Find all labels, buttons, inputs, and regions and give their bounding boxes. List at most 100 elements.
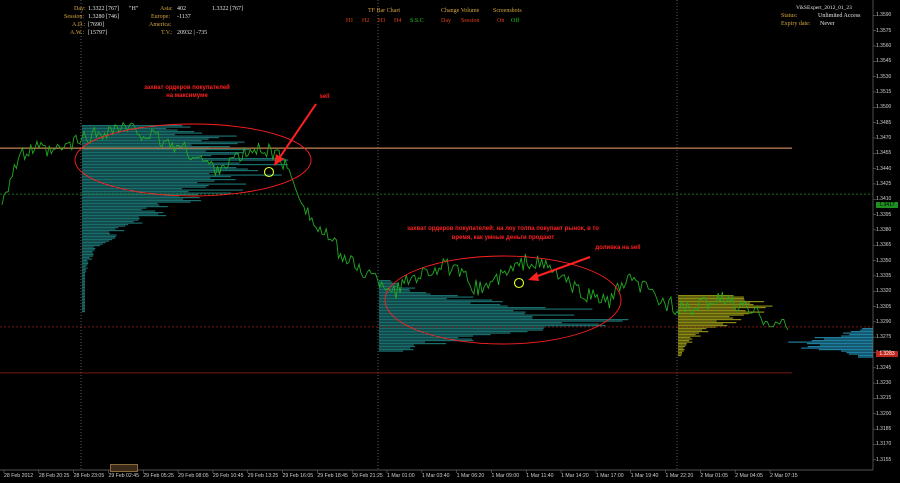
profile-bar	[82, 174, 282, 176]
h2-button[interactable]: H2	[362, 18, 369, 25]
h4-button[interactable]: H4	[394, 18, 401, 25]
current-price-red: 1.3283	[876, 351, 898, 357]
profile-bar	[82, 198, 184, 200]
y-tick-label: 1.3230	[876, 380, 892, 387]
profile-bar	[82, 158, 285, 160]
ad-value: [7690]	[88, 22, 104, 28]
y-tick-label: 1.3500	[876, 104, 892, 111]
x-tick-label: 1 Mar 03:40	[421, 473, 450, 479]
x-tick-label: 1 Mar 06:20	[456, 473, 485, 479]
x-tick-label: 28 Feb 2012	[4, 473, 34, 479]
profile-bar	[379, 341, 425, 343]
profile-bar	[678, 352, 683, 354]
profile-bar	[678, 307, 766, 309]
screenshots-button[interactable]: Screenshots	[493, 8, 522, 15]
profile-bar	[379, 349, 414, 351]
profile-bar	[82, 165, 216, 167]
profile-bar	[379, 317, 533, 319]
profile-bar	[379, 338, 473, 340]
x-tick-label: 29 Feb 21:25	[352, 473, 383, 479]
scroll-indicator[interactable]	[110, 464, 138, 472]
profile-bar	[82, 269, 86, 271]
profile-bar	[678, 295, 734, 297]
profile-bar	[82, 185, 209, 187]
profile-bar	[82, 197, 200, 199]
profile-bar	[82, 309, 85, 311]
profile-bar	[678, 322, 737, 324]
profile-bar	[678, 350, 684, 352]
x-tick-label: 1 Mar 19:40	[630, 473, 659, 479]
profile-bar	[82, 248, 96, 250]
annotation-2-line-2: время, как умные деньги продают	[451, 235, 555, 241]
profile-bar	[379, 346, 416, 348]
profile-bar	[82, 227, 119, 229]
profile-bar	[82, 204, 160, 206]
profile-bar	[678, 334, 696, 336]
profile-bar	[678, 325, 728, 327]
profile-bar	[678, 313, 750, 315]
y-tick-label: 1.3455	[876, 150, 892, 157]
profile-bar	[82, 305, 85, 307]
profile-bar	[678, 340, 690, 342]
profile-bar	[82, 302, 85, 304]
y-tick-label: 1.3170	[876, 441, 892, 448]
profile-bar	[678, 353, 682, 355]
profile-bar	[82, 243, 103, 245]
profile-bar	[82, 282, 85, 284]
x-tick-label: 1 Mar 17:00	[595, 473, 624, 479]
day-button[interactable]: Day	[441, 18, 451, 25]
y-tick-label: 1.3335	[876, 272, 892, 279]
profile-bar	[82, 207, 147, 209]
profile-bar	[379, 302, 471, 304]
x-tick-label: 1 Mar 11:40	[526, 473, 554, 479]
aw-label: A.W.:	[70, 30, 85, 36]
profile-bar	[82, 161, 209, 163]
session-button[interactable]: Session	[461, 18, 479, 25]
profile-bar	[82, 237, 116, 239]
day-label: Day:	[74, 6, 86, 12]
profile-bar	[82, 272, 86, 274]
tv-value: 20932 | -735	[177, 30, 208, 36]
annotation-1-sell: sell	[319, 94, 330, 100]
profile-bar-right	[807, 343, 873, 345]
x-tick-label: 28 Feb 23:05	[73, 473, 105, 479]
profile-bar	[379, 350, 404, 352]
h1-button[interactable]: H1	[346, 18, 353, 25]
profile-bar	[82, 186, 206, 188]
profile-bar	[82, 291, 85, 293]
sell-arrow-2-head	[528, 272, 539, 281]
profile-bar	[678, 344, 687, 346]
y-tick-label: 1.3380	[876, 226, 892, 233]
off-button[interactable]: Off	[511, 18, 519, 25]
expiry-value: Never	[820, 21, 835, 27]
x-tick-label: 1 Mar 22:20	[665, 473, 694, 479]
change-volume-button[interactable]: Change Volume	[441, 8, 479, 15]
profile-bar	[379, 307, 546, 309]
profile-bar	[678, 341, 693, 343]
profile-bar	[82, 266, 86, 268]
y-tick-label: 1.3395	[876, 211, 892, 218]
session-label: Session:	[64, 14, 85, 20]
annotation-1-line-1: захват ордеров покупателей	[144, 85, 230, 91]
ssc-button[interactable]: S.S.C	[410, 18, 424, 25]
profile-bar	[82, 164, 288, 166]
on-button[interactable]: On	[497, 18, 504, 25]
profile-bar	[82, 270, 87, 272]
y-tick-label: 1.3215	[876, 395, 892, 402]
x-tick-label: 2 Mar 01:05	[700, 473, 729, 479]
profile-bar	[678, 349, 685, 351]
profile-bar	[379, 304, 501, 306]
profile-bar	[82, 242, 106, 244]
h3-button[interactable]: H3	[378, 18, 385, 25]
y-tick-label: 1.3275	[876, 334, 892, 341]
profile-bar	[82, 171, 221, 173]
profile-bar	[678, 314, 744, 316]
profile-bar	[82, 173, 210, 175]
tf-bar-chart-button[interactable]: TF Bar Chart	[368, 8, 400, 15]
profile-bar	[82, 219, 139, 221]
profile-bar	[678, 328, 707, 330]
x-tick-label: 2 Mar 07:15	[770, 473, 798, 479]
profile-bar	[379, 325, 606, 327]
y-tick-label: 1.3425	[876, 180, 892, 187]
y-tick-label: 1.3185	[876, 426, 892, 433]
